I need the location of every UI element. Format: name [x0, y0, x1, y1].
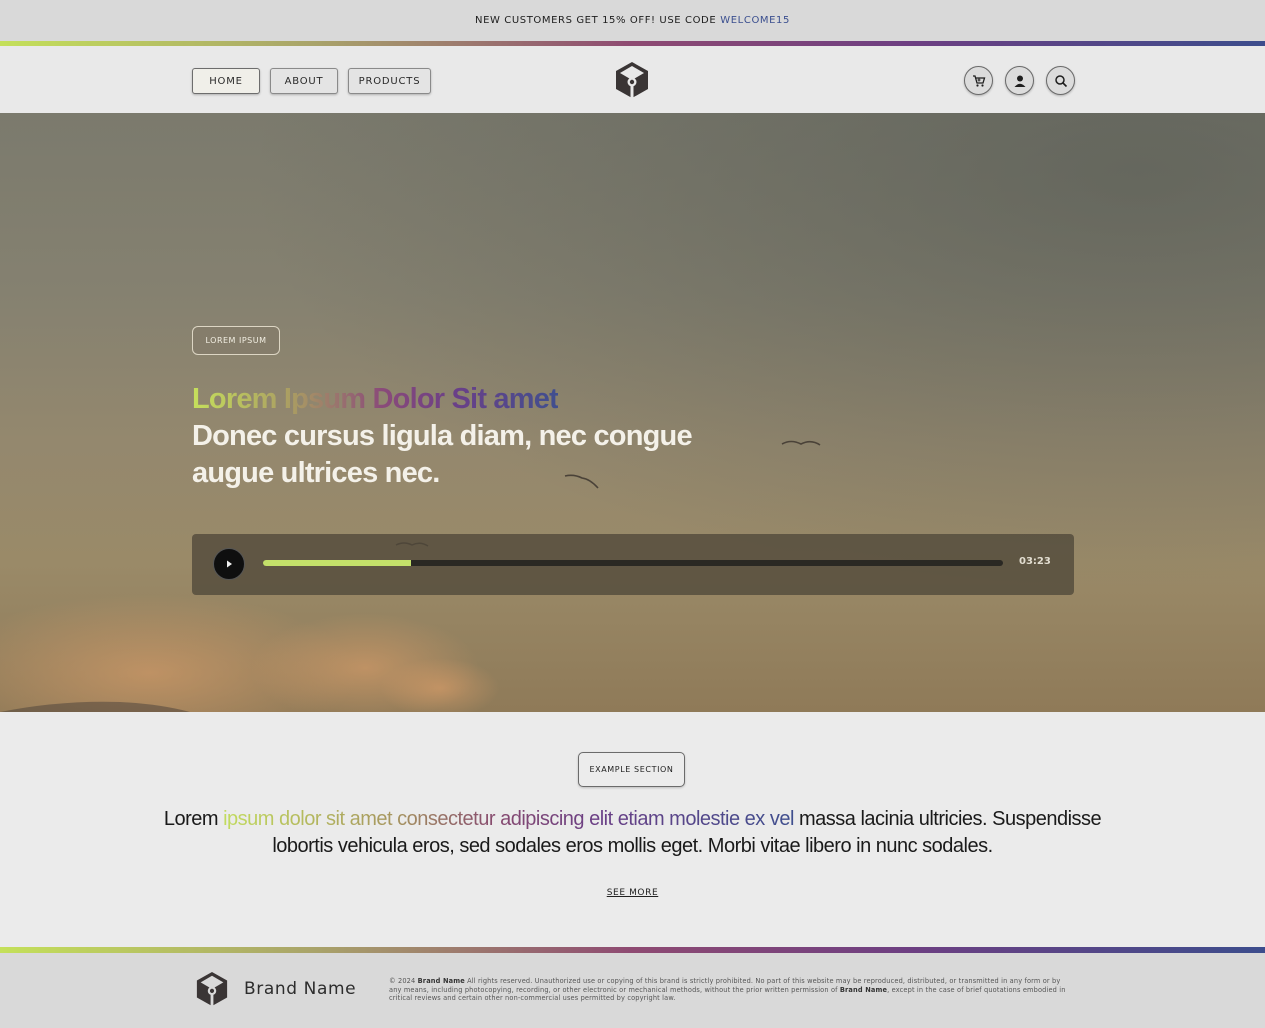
play-button[interactable] [213, 548, 245, 580]
example-paragraph: Lorem ipsum dolor sit amet consectetur a… [150, 806, 1115, 860]
account-button[interactable] [1005, 66, 1034, 95]
legal-brand: Brand Name [417, 977, 465, 985]
search-icon [1054, 74, 1067, 87]
user-icon [1014, 75, 1025, 87]
hero-cloud [380, 658, 500, 712]
promo-code[interactable]: WELCOME15 [720, 15, 790, 26]
track-time: 03:23 [1019, 556, 1051, 567]
nav-about-button[interactable]: ABOUT [270, 68, 338, 94]
nav-home-button[interactable]: HOME [192, 68, 260, 94]
nav-products-button[interactable]: PRODUCTS [348, 68, 431, 94]
cart-button[interactable] [964, 66, 993, 95]
footer-logo-icon[interactable] [195, 971, 229, 1007]
site-footer: Brand Name © 2024 Brand Name All rights … [0, 953, 1265, 1028]
site-header: HOME ABOUT PRODUCTS [0, 46, 1265, 113]
see-more-link[interactable]: SEE MORE [607, 888, 659, 898]
audio-player: 03:23 [192, 534, 1074, 595]
see-more-container: SEE MORE [0, 888, 1265, 898]
hero-title-gradient: Lorem Ipsum Dolor Sit amet [192, 383, 559, 415]
search-button[interactable] [1046, 66, 1075, 95]
hero-mountain [0, 701, 190, 712]
progress-track[interactable] [263, 560, 1003, 566]
footer-legal-text: © 2024 Brand Name All rights reserved. U… [389, 977, 1069, 1003]
legal-brand-2: Brand Name [839, 985, 888, 994]
hero-title-line3: augue ultrices nec. [192, 457, 440, 489]
hero-tag: LOREM IPSUM [192, 326, 280, 355]
legal-copyright: © 2024 [389, 977, 416, 985]
progress-fill [263, 560, 411, 566]
hero-section: LOREM IPSUM Lorem Ipsum Dolor Sit amet D… [0, 113, 1265, 712]
promo-text: NEW CUSTOMERS GET 15% OFF! USE CODE [475, 15, 717, 26]
cart-icon [972, 74, 985, 87]
example-text-gradient: ipsum dolor sit amet consectetur adipisc… [223, 808, 794, 830]
hero-title-line2: Donec cursus ligula diam, nec congue [192, 420, 693, 452]
promo-banner: NEW CUSTOMERS GET 15% OFF! USE CODE WELC… [0, 0, 1265, 41]
example-section-tag: EXAMPLE SECTION [578, 752, 685, 787]
example-text-start: Lorem [163, 808, 224, 830]
bird-icon [781, 440, 821, 446]
play-icon [227, 560, 232, 568]
footer-brand-name: Brand Name [244, 979, 357, 999]
hero-title: Lorem Ipsum Dolor Sit amet Donec cursus … [192, 381, 752, 492]
brand-logo-icon[interactable] [614, 61, 650, 99]
